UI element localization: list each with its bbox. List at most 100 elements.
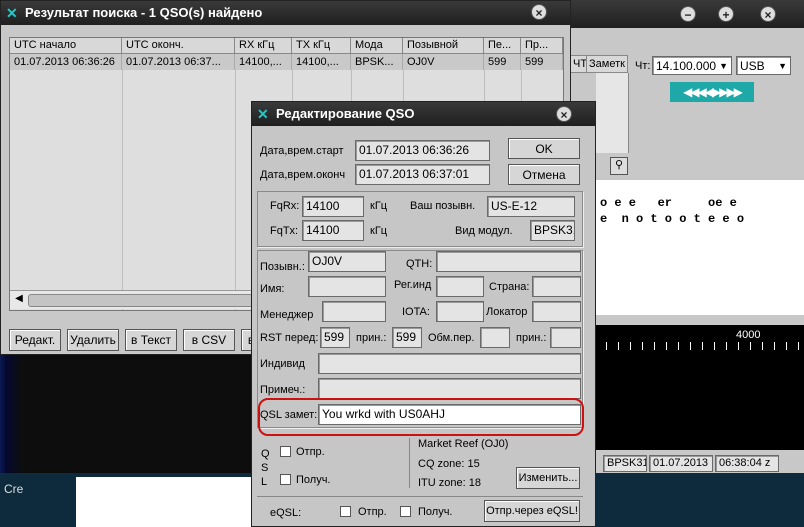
eqsl-send-button[interactable]: Отпр.через eQSL! (484, 500, 580, 522)
frequency-select[interactable]: 14.100.000 ▼ (652, 56, 732, 75)
table-row-cell[interactable]: 599 (484, 54, 521, 70)
individ-input[interactable] (318, 353, 581, 374)
col-header-rst-rcvd[interactable]: Пр... (521, 38, 563, 54)
call-input[interactable]: OJ0V (308, 251, 386, 272)
mode-label: Вид модул. (455, 225, 513, 237)
edit-button[interactable]: Редакт. (9, 329, 61, 351)
my-call-label: Ваш позывн. (410, 200, 476, 212)
qth-input[interactable] (436, 251, 581, 272)
mode-select[interactable]: USB ▼ (736, 56, 791, 75)
locator-input[interactable] (532, 301, 581, 322)
log-grid-header-2: Заметк (586, 55, 628, 73)
change-button[interactable]: Изменить... (516, 467, 580, 489)
rst-sent-input[interactable]: 599 (320, 327, 350, 348)
mode-input[interactable]: BPSK31 (530, 220, 575, 241)
qsl-sent-label: Отпр. (296, 446, 325, 458)
region-input[interactable] (436, 276, 484, 297)
to-csv-button[interactable]: в CSV (183, 329, 235, 351)
col-header-rst-sent[interactable]: Пе... (484, 38, 521, 54)
qsl-rcvd-checkbox[interactable] (280, 474, 291, 485)
qsl-q-label: Q (261, 448, 270, 460)
col-header-call[interactable]: Позывной (403, 38, 484, 54)
qsl-note-highlight (258, 398, 584, 436)
table-row-cell[interactable]: 14100,... (292, 54, 351, 70)
col-header-mode[interactable]: Мода (351, 38, 403, 54)
locator-label: Локатор (486, 306, 528, 318)
main-app-window: − + × ЧТ Заметк Чт: 14.100.000 ▼ USB ▼ ◀… (570, 0, 804, 475)
exchange-rcvd-input[interactable] (550, 327, 581, 348)
qth-label: QTH: (406, 258, 433, 270)
fqtx-input[interactable]: 14100 (302, 220, 364, 241)
my-call-input[interactable]: US-E-12 (487, 196, 575, 217)
log-grid-body (596, 73, 629, 153)
start-datetime-label: Дата,врем.старт (260, 145, 344, 157)
country-input[interactable] (532, 276, 581, 297)
cancel-button[interactable]: Отмена (508, 164, 580, 185)
iota-input[interactable] (436, 301, 484, 322)
close-icon[interactable]: × (531, 4, 547, 20)
entity-text: Market Reef (OJ0) (418, 438, 509, 450)
table-row-cell[interactable]: BPSK... (351, 54, 403, 70)
search-window-title: Результат поиска - 1 QSO(s) найдено (25, 5, 263, 20)
close-icon[interactable]: × (556, 106, 572, 122)
freq-label: Чт: (635, 60, 651, 72)
minimize-icon[interactable]: − (680, 6, 696, 22)
end-datetime-label: Дата,врем.оконч (260, 169, 346, 181)
fqrx-input[interactable]: 14100 (302, 196, 364, 217)
scroll-left-icon[interactable]: ◀ (12, 292, 26, 306)
rst-sent-label: RST перед: (260, 332, 319, 344)
end-datetime-input[interactable]: 01.07.2013 06:37:01 (355, 164, 490, 185)
edit-dialog-title: Редактирование QSO (276, 106, 415, 121)
eqsl-sent-checkbox[interactable] (340, 506, 351, 517)
scroll-thumb[interactable] (28, 294, 258, 307)
table-row-cell[interactable]: 599 (521, 54, 563, 70)
taskbar-text: Cre (4, 482, 24, 496)
exchange-rcvd-label: прин.: (516, 332, 547, 344)
eqsl-divider (257, 496, 583, 497)
manager-input[interactable] (322, 301, 386, 322)
maximize-icon[interactable]: + (718, 6, 734, 22)
edit-qso-dialog: ✕ Редактирование QSO × Дата,врем.старт 0… (251, 101, 596, 527)
col-label-1: ЧТ (573, 58, 588, 70)
close-icon[interactable]: × (760, 6, 776, 22)
col-header-tx[interactable]: TX кГц (292, 38, 351, 54)
qsl-sent-checkbox[interactable] (280, 446, 291, 457)
table-row-cell[interactable]: OJ0V (403, 54, 484, 70)
col-header-rx[interactable]: RX кГц (235, 38, 292, 54)
itu-zone-text: ITU zone: 18 (418, 477, 481, 489)
fqrx-unit: кГц (370, 200, 388, 212)
col-header-utc-end[interactable]: UTC оконч. (122, 38, 235, 54)
name-input[interactable] (308, 276, 386, 297)
table-row-cell[interactable]: 14100,... (235, 54, 292, 70)
waterfall-ticks (570, 342, 804, 350)
ok-button[interactable]: OK (508, 138, 580, 159)
qsl-s-label: S (261, 462, 269, 474)
tuning-arrows-button[interactable]: ◀◀◀◀▶▶▶▶ (670, 82, 754, 102)
start-datetime-input[interactable]: 01.07.2013 06:36:26 (355, 140, 490, 161)
note-input[interactable] (318, 378, 581, 399)
fqtx-label: FqTx: (270, 225, 299, 237)
rst-rcvd-input[interactable]: 599 (392, 327, 422, 348)
status-mode: BPSK31 (603, 455, 647, 472)
fqrx-label: FqRx: (270, 200, 300, 212)
delete-button[interactable]: Удалить (67, 329, 119, 351)
decoder-text-2: e n o t o o t e e o (600, 212, 745, 226)
table-row-cell[interactable]: 01.07.2013 06:36:26 (10, 54, 122, 70)
chevron-down-icon: ▼ (719, 61, 728, 71)
mode-value: USB (740, 59, 765, 73)
individ-label: Индивид (260, 358, 305, 370)
manager-label: Менеджер (260, 309, 314, 321)
col-header-utc-start[interactable]: UTC начало (10, 38, 122, 54)
decoder-text-1: o e e er oe e (600, 196, 737, 210)
eqsl-rcvd-label: Получ. (418, 506, 453, 518)
exchange-sent-input[interactable] (480, 327, 510, 348)
table-row-cell[interactable]: 01.07.2013 06:37... (122, 54, 235, 70)
eqsl-rcvd-checkbox[interactable] (400, 506, 411, 517)
search-icon[interactable]: ⚲ (610, 157, 628, 175)
divider (409, 438, 410, 488)
to-text-button[interactable]: в Текст (125, 329, 177, 351)
name-label: Имя: (260, 283, 285, 295)
qsl-l-label: L (261, 476, 268, 488)
rst-rcvd-label: прин.: (356, 332, 387, 344)
iota-label: IOTA: (402, 306, 430, 318)
